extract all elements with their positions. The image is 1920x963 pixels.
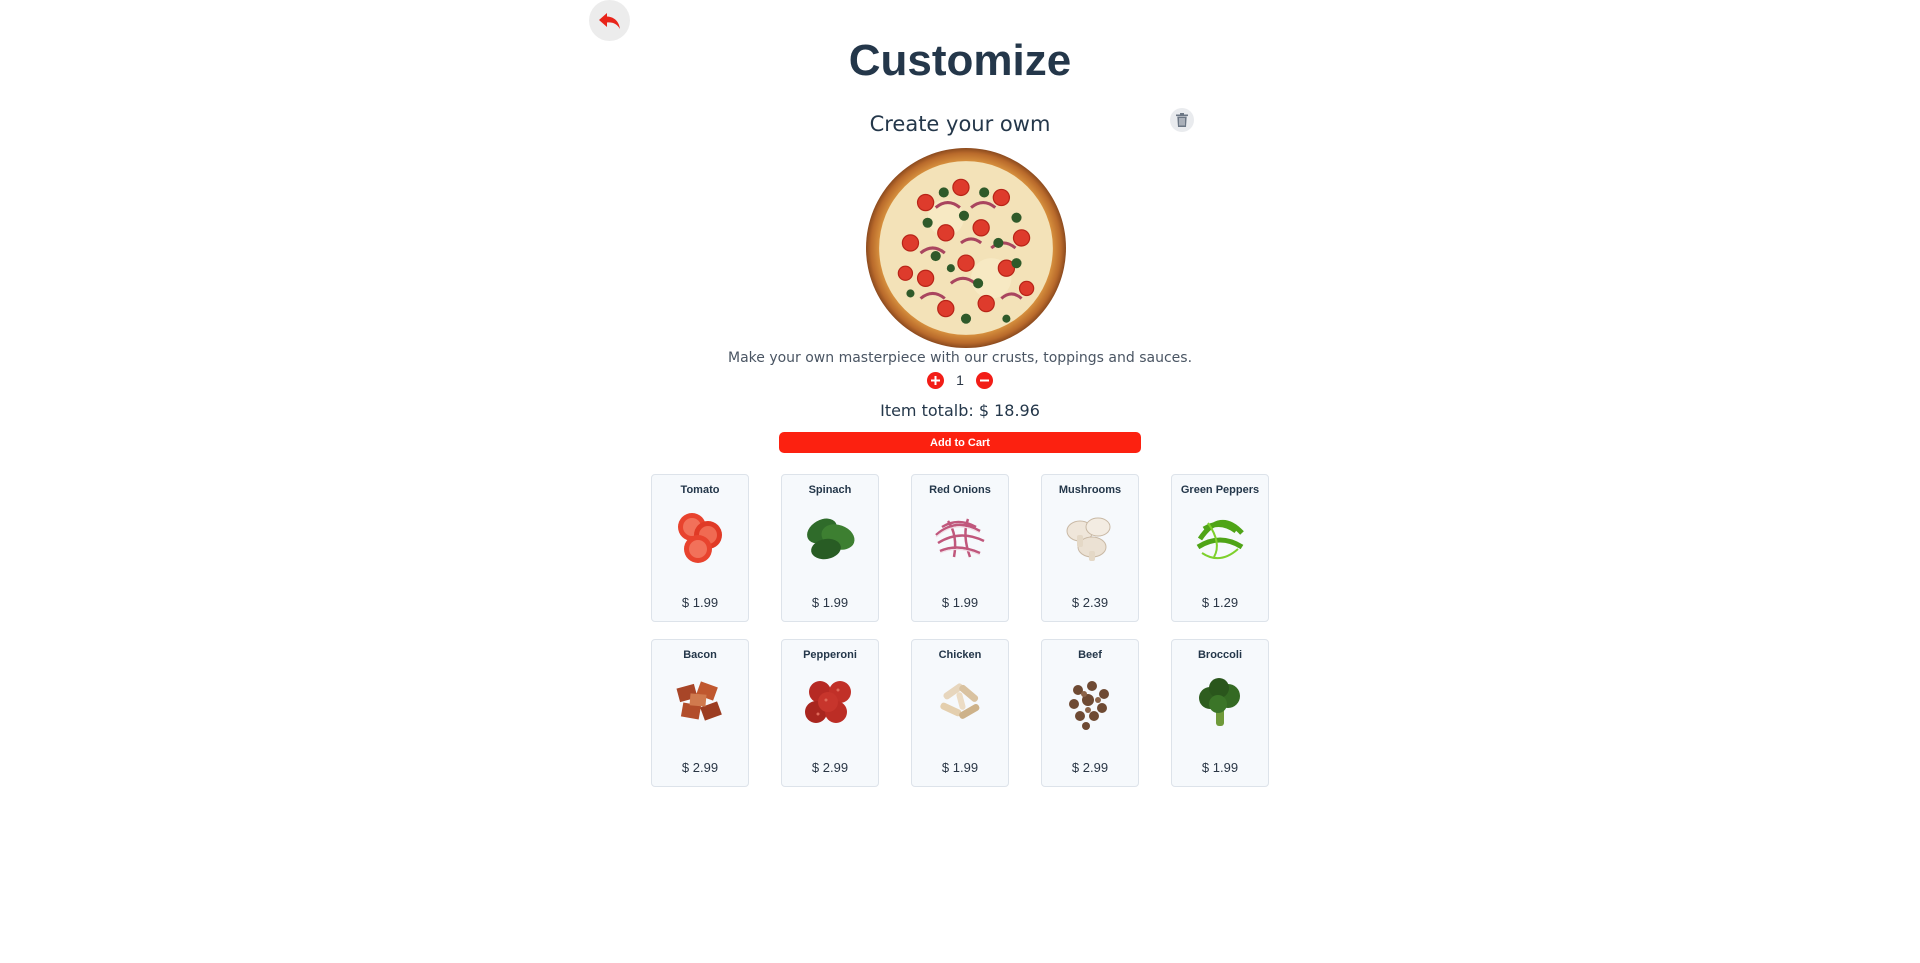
- minus-icon: [980, 379, 989, 381]
- topping-price: $ 2.99: [681, 760, 719, 775]
- mushrooms-image: [1066, 517, 1111, 561]
- topping-name: Broccoli: [1197, 649, 1242, 661]
- topping-price: $ 1.99: [941, 595, 979, 610]
- customize-page: Customize Create your owm Make your own …: [0, 0, 1920, 963]
- beef-image: [1069, 681, 1109, 730]
- item-total: Item totalb: $ 18.96: [880, 401, 1040, 420]
- plus-icon: [931, 375, 940, 385]
- topping-card-red-onions[interactable]: Red Onions $ 1.99: [911, 474, 1009, 622]
- topping-card-tomato[interactable]: Tomato $ 1.99: [651, 474, 749, 622]
- quantity-stepper: 1: [0, 371, 1920, 389]
- increase-quantity-button[interactable]: [927, 371, 944, 389]
- topping-price: $ 1.99: [681, 595, 719, 610]
- topping-name: Spinach: [808, 484, 852, 496]
- chicken-image: [940, 683, 980, 719]
- topping-name: Chicken: [938, 649, 982, 661]
- topping-price: $ 2.99: [1071, 760, 1109, 775]
- pizza-image: [866, 148, 1066, 348]
- topping-card-mushrooms[interactable]: Mushrooms $ 2.39: [1041, 474, 1139, 622]
- undo-arrow-icon: [598, 12, 620, 29]
- delete-button[interactable]: [1170, 108, 1194, 132]
- item-name: Create your owm: [869, 112, 1051, 136]
- broccoli-image: [1199, 678, 1240, 726]
- topping-card-green-peppers[interactable]: Green Peppers $ 1.29: [1171, 474, 1269, 622]
- back-button[interactable]: [589, 0, 630, 41]
- topping-card-spinach[interactable]: Spinach $ 1.99: [781, 474, 879, 622]
- tomato-image: [678, 513, 722, 563]
- topping-price: $ 1.99: [811, 595, 849, 610]
- spinach-image: [807, 518, 855, 560]
- topping-card-pepperoni[interactable]: Pepperoni $ 2.99: [781, 639, 879, 787]
- add-to-cart-button[interactable]: Add to Cart: [779, 432, 1141, 453]
- topping-price: $ 1.99: [1201, 760, 1239, 775]
- topping-card-bacon[interactable]: Bacon $ 2.99: [651, 639, 749, 787]
- green-peppers-image: [1196, 520, 1244, 560]
- topping-name: Pepperoni: [803, 649, 857, 661]
- topping-price: $ 2.99: [811, 760, 849, 775]
- topping-price: $ 2.39: [1071, 595, 1109, 610]
- topping-name: Red Onions: [929, 484, 991, 496]
- toppings-grid: Tomato $ 1.99 Spinach $ 1.99 Red Onions: [651, 474, 1271, 787]
- item-description: Make your own masterpiece with our crust…: [727, 350, 1193, 366]
- topping-price: $ 1.29: [1201, 595, 1239, 610]
- topping-name: Mushrooms: [1058, 484, 1122, 496]
- topping-name: Bacon: [683, 649, 717, 661]
- topping-name: Green Peppers: [1180, 484, 1260, 496]
- topping-name: Beef: [1078, 649, 1102, 661]
- topping-card-broccoli[interactable]: Broccoli $ 1.99: [1171, 639, 1269, 787]
- decrease-quantity-button[interactable]: [976, 371, 993, 389]
- topping-price: $ 1.99: [941, 760, 979, 775]
- trash-icon: [1176, 113, 1188, 127]
- topping-card-chicken[interactable]: Chicken $ 1.99: [911, 639, 1009, 787]
- topping-card-beef[interactable]: Beef $ 2.99: [1041, 639, 1139, 787]
- topping-name: Tomato: [680, 484, 720, 496]
- page-title: Customize: [848, 36, 1072, 85]
- pepperoni-image: [805, 681, 851, 723]
- bacon-image: [676, 681, 722, 721]
- red-onions-image: [935, 518, 985, 558]
- quantity-value: 1: [956, 372, 964, 388]
